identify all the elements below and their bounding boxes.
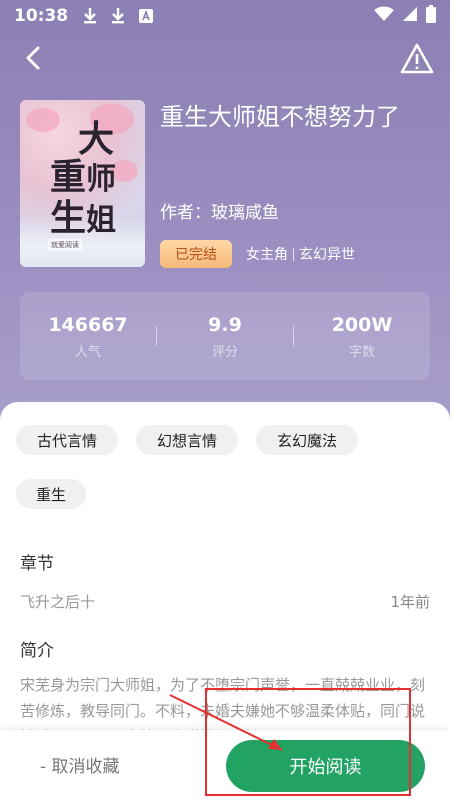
battery-icon [426, 4, 436, 28]
stat-label: 字数 [348, 344, 375, 360]
stat-value: 146667 [48, 313, 128, 336]
a-icon [138, 8, 154, 24]
latest-chapter[interactable]: 飞升之后十 [20, 591, 95, 612]
tag-chip[interactable]: 重生 [16, 479, 86, 509]
stat-word-count: 200W 字数 [294, 313, 430, 360]
cover-publisher: 就爱阅读 [48, 239, 82, 251]
genre-list: 女主角 玄幻异世 [246, 244, 355, 264]
genre-item[interactable]: 玄幻异世 [299, 244, 355, 264]
cancel-favorite-button[interactable]: - 取消收藏 [40, 752, 120, 777]
chevron-left-icon [26, 46, 40, 70]
wifi-icon [374, 6, 394, 27]
warning-icon [400, 43, 434, 74]
annotation-highlight-box [205, 688, 411, 796]
book-cover[interactable]: 大 重师 生姐 就爱阅读 [20, 100, 145, 267]
stat-value: 9.9 [208, 313, 242, 336]
status-time: 10:38 [14, 6, 69, 26]
chapter-section-title: 章节 [20, 554, 54, 574]
stats-panel: 146667 人气 9.9 评分 200W 字数 [20, 292, 430, 380]
signal-icon [402, 6, 418, 27]
cover-title-art: 大 重师 生姐 [50, 118, 117, 239]
stat-label: 评分 [211, 344, 238, 360]
back-button[interactable] [20, 44, 48, 72]
status-badge: 已完结 [160, 240, 232, 268]
intro-section-title: 简介 [20, 641, 54, 661]
stat-rating: 9.9 评分 [157, 313, 293, 360]
stat-value: 200W [331, 313, 393, 336]
report-button[interactable] [400, 42, 434, 76]
tag-chip[interactable]: 幻想言情 [136, 425, 238, 455]
download-icon [82, 7, 98, 25]
book-author[interactable]: 作者：玻璃咸鱼 [160, 198, 279, 223]
status-bar: 10:38 [0, 0, 450, 32]
book-title: 重生大师姐不想努力了 [160, 103, 400, 131]
divider [293, 247, 294, 261]
stat-popularity: 146667 人气 [20, 313, 156, 360]
chapter-update-time: 1年前 [390, 593, 430, 611]
tag-chip[interactable]: 玄幻魔法 [256, 425, 358, 455]
download-icon [110, 7, 126, 25]
genre-item[interactable]: 女主角 [246, 244, 288, 264]
tag-chip[interactable]: 古代言情 [16, 425, 118, 455]
stat-label: 人气 [74, 344, 101, 360]
